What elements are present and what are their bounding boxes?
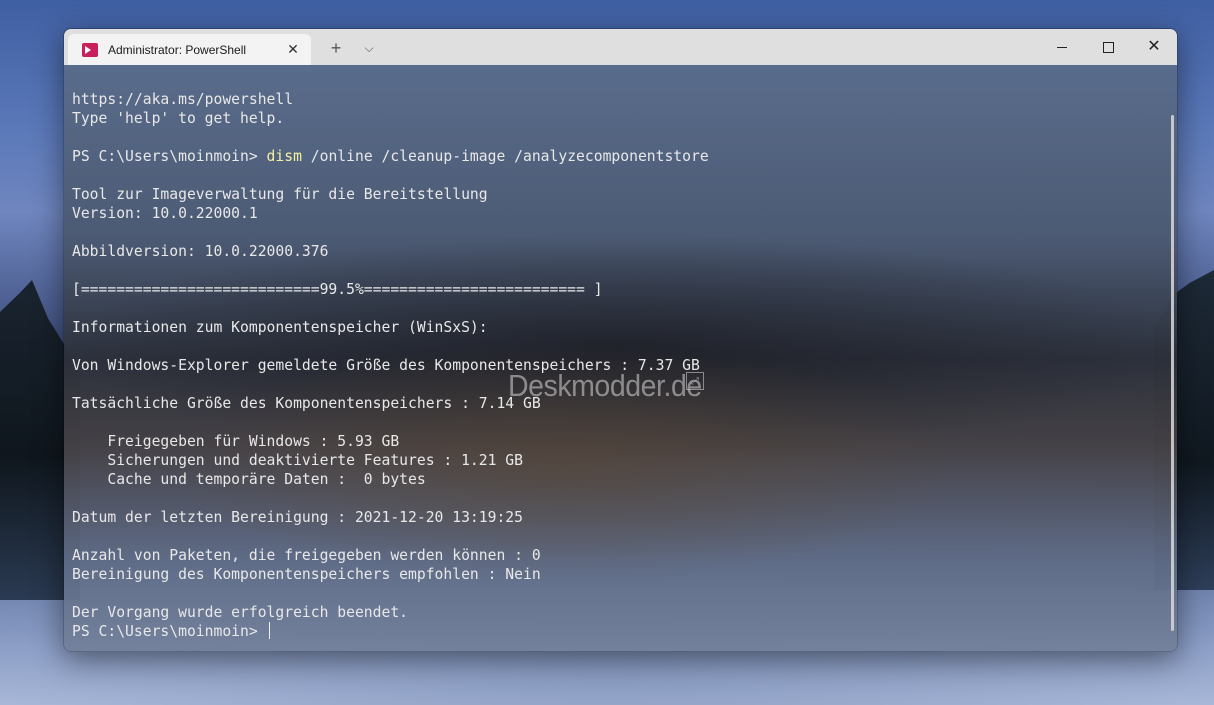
console-prompt-line: PS C:\Users\moinmoin> dism /online /clea… bbox=[72, 147, 709, 166]
console-line: https://aka.ms/powershell bbox=[72, 91, 294, 108]
console-line: Cache und temporäre Daten : 0 bytes bbox=[72, 471, 426, 488]
prompt: PS C:\Users\moinmoin> bbox=[72, 623, 267, 640]
console-line: Bereinigung des Komponentenspeichers emp… bbox=[72, 566, 541, 583]
text-cursor bbox=[268, 622, 270, 639]
new-tab-button[interactable]: + bbox=[321, 35, 351, 61]
minimize-icon bbox=[1057, 46, 1067, 48]
console-line: [===========================99.5%=======… bbox=[72, 281, 603, 298]
tab-title: Administrator: PowerShell bbox=[108, 42, 247, 57]
scrollbar[interactable] bbox=[1171, 115, 1174, 631]
plus-icon: + bbox=[330, 37, 342, 58]
console-line: Informationen zum Komponentenspeicher (W… bbox=[72, 319, 488, 336]
powershell-icon bbox=[82, 42, 98, 57]
console-line: Abbildversion: 10.0.22000.376 bbox=[72, 243, 329, 260]
tab-powershell[interactable]: Administrator: PowerShell ✕ bbox=[68, 34, 311, 65]
maximize-icon bbox=[1102, 41, 1114, 53]
watermark-expand-icon: ⤢ bbox=[686, 372, 704, 390]
terminal-window: Administrator: PowerShell ✕ + ⌵ ✕ https:… bbox=[63, 28, 1178, 652]
console-line: Sicherungen und deaktivierte Features : … bbox=[72, 452, 523, 469]
console-line: Der Vorgang wurde erfolgreich beendet. bbox=[72, 604, 409, 621]
title-bar[interactable]: Administrator: PowerShell ✕ + ⌵ ✕ bbox=[64, 29, 1177, 65]
console-line: Anzahl von Paketen, die freigegeben werd… bbox=[72, 547, 541, 564]
watermark-text: Deskmodder.de bbox=[508, 368, 702, 403]
profile-dropdown-button[interactable]: ⌵ bbox=[354, 35, 384, 61]
console-line: Type 'help' to get help. bbox=[72, 110, 285, 127]
console-line: Datum der letzten Bereinigung : 2021-12-… bbox=[72, 509, 523, 526]
command-args: /online /cleanup-image /analyzecomponent… bbox=[301, 148, 709, 165]
minimize-button[interactable] bbox=[1039, 29, 1085, 65]
console-prompt-line: PS C:\Users\moinmoin> bbox=[72, 622, 709, 641]
close-icon: ✕ bbox=[287, 41, 299, 57]
close-icon: ✕ bbox=[1147, 38, 1161, 55]
console-line: Tool zur Imageverwaltung für die Bereits… bbox=[72, 186, 488, 203]
console-output-area[interactable]: https://aka.ms/powershell Type 'help' to … bbox=[64, 65, 1177, 651]
console-text: https://aka.ms/powershell Type 'help' to … bbox=[72, 90, 709, 641]
prompt: PS C:\Users\moinmoin> bbox=[72, 148, 267, 165]
command-name: dism bbox=[266, 148, 302, 165]
console-line: Version: 10.0.22000.1 bbox=[72, 205, 258, 222]
console-line: Freigegeben für Windows : 5.93 GB bbox=[72, 433, 400, 450]
close-window-button[interactable]: ✕ bbox=[1131, 29, 1177, 65]
chevron-down-icon: ⌵ bbox=[364, 40, 374, 55]
maximize-button[interactable] bbox=[1085, 29, 1131, 65]
tab-close-button[interactable]: ✕ bbox=[283, 40, 303, 60]
